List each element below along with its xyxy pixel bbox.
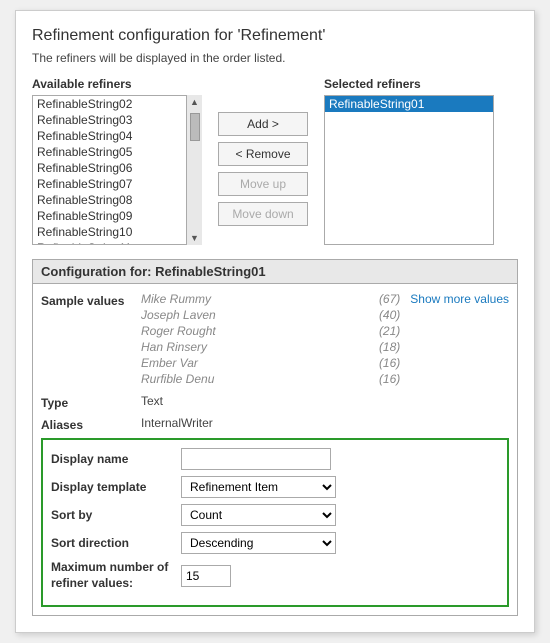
sample-value-row: Han Rinsery (18) bbox=[141, 340, 400, 354]
list-item[interactable]: RefinableString04 bbox=[33, 128, 201, 144]
selected-refiners-list[interactable]: RefinableString01 bbox=[324, 95, 494, 245]
scroll-thumb bbox=[190, 113, 200, 141]
display-template-label: Display template bbox=[51, 480, 181, 494]
sample-count: (40) bbox=[379, 308, 400, 322]
display-template-select[interactable]: Refinement Item Refinement Item (multi) … bbox=[181, 476, 336, 498]
selected-refiners-col: Selected refiners RefinableString01 bbox=[324, 77, 494, 245]
config-header: Configuration for: RefinableString01 bbox=[33, 260, 517, 284]
sample-count: (21) bbox=[379, 324, 400, 338]
scroll-track bbox=[190, 109, 200, 231]
action-buttons: Add > < Remove Move up Move down bbox=[218, 77, 308, 245]
sample-value-row: Rurfible Denu (16) bbox=[141, 372, 400, 386]
sort-direction-label: Sort direction bbox=[51, 536, 181, 550]
display-name-row: Display name bbox=[51, 448, 499, 470]
aliases-value: InternalWriter bbox=[141, 416, 509, 430]
show-more-link[interactable]: Show more values bbox=[410, 292, 509, 388]
sample-values-container: Mike Rummy (67) Joseph Laven (40) Roger … bbox=[141, 292, 509, 388]
display-name-input[interactable] bbox=[181, 448, 331, 470]
sample-name: Joseph Laven bbox=[141, 308, 216, 322]
sample-count: (16) bbox=[379, 356, 400, 370]
display-template-row: Display template Refinement Item Refinem… bbox=[51, 476, 499, 498]
sample-values-label: Sample values bbox=[41, 292, 141, 308]
sort-by-row: Sort by Count Name bbox=[51, 504, 499, 526]
sample-value-row: Ember Var (16) bbox=[141, 356, 400, 370]
available-refiners-label: Available refiners bbox=[32, 77, 202, 91]
max-refiner-input[interactable] bbox=[181, 565, 231, 587]
scroll-up-arrow[interactable]: ▲ bbox=[188, 95, 201, 109]
list-item[interactable]: RefinableString09 bbox=[33, 208, 201, 224]
move-down-button[interactable]: Move down bbox=[218, 202, 308, 226]
selected-refiners-label: Selected refiners bbox=[324, 77, 494, 91]
aliases-label: Aliases bbox=[41, 416, 141, 432]
sample-count: (67) bbox=[379, 292, 400, 306]
list-item[interactable]: RefinableString06 bbox=[33, 160, 201, 176]
sample-values-row: Sample values Mike Rummy (67) Joseph Lav… bbox=[41, 292, 509, 388]
sort-by-select[interactable]: Count Name bbox=[181, 504, 336, 526]
sample-name: Roger Rought bbox=[141, 324, 216, 338]
sample-name: Ember Var bbox=[141, 356, 198, 370]
move-up-button[interactable]: Move up bbox=[218, 172, 308, 196]
type-row: Type Text bbox=[41, 394, 509, 410]
sample-value-row: Mike Rummy (67) bbox=[141, 292, 400, 306]
remove-button[interactable]: < Remove bbox=[218, 142, 308, 166]
config-body: Sample values Mike Rummy (67) Joseph Lav… bbox=[33, 284, 517, 615]
list-item[interactable]: RefinableString02 bbox=[33, 96, 201, 112]
list-item[interactable]: RefinableString10 bbox=[33, 224, 201, 240]
editable-config-section: Display name Display template Refinement… bbox=[41, 438, 509, 607]
sample-values-list: Mike Rummy (67) Joseph Laven (40) Roger … bbox=[141, 292, 400, 388]
type-label: Type bbox=[41, 394, 141, 410]
sample-value-row: Roger Rought (21) bbox=[141, 324, 400, 338]
sample-count: (18) bbox=[379, 340, 400, 354]
scrollbar[interactable]: ▲ ▼ bbox=[186, 95, 202, 245]
sample-name: Han Rinsery bbox=[141, 340, 207, 354]
sample-name: Rurfible Denu bbox=[141, 372, 214, 386]
sample-count: (16) bbox=[379, 372, 400, 386]
type-value: Text bbox=[141, 394, 509, 408]
aliases-row: Aliases InternalWriter bbox=[41, 416, 509, 432]
sort-direction-select[interactable]: Descending Ascending bbox=[181, 532, 336, 554]
panel-title: Refinement configuration for 'Refinement… bbox=[32, 27, 518, 45]
list-item[interactable]: RefinableString07 bbox=[33, 176, 201, 192]
max-refiner-row: Maximum number of refiner values: bbox=[51, 560, 499, 591]
add-button[interactable]: Add > bbox=[218, 112, 308, 136]
available-refiners-col: Available refiners RefinableString02 Ref… bbox=[32, 77, 202, 245]
scroll-down-arrow[interactable]: ▼ bbox=[188, 231, 201, 245]
selected-list-item[interactable]: RefinableString01 bbox=[325, 96, 493, 112]
panel-subtitle: The refiners will be displayed in the or… bbox=[32, 51, 518, 65]
main-panel: Refinement configuration for 'Refinement… bbox=[15, 10, 535, 633]
sample-value-row: Joseph Laven (40) bbox=[141, 308, 400, 322]
list-item[interactable]: RefinableString11 bbox=[33, 240, 201, 245]
sort-by-label: Sort by bbox=[51, 508, 181, 522]
list-item[interactable]: RefinableString03 bbox=[33, 112, 201, 128]
list-item[interactable]: RefinableString08 bbox=[33, 192, 201, 208]
display-name-label: Display name bbox=[51, 452, 181, 466]
sort-direction-row: Sort direction Descending Ascending bbox=[51, 532, 499, 554]
available-refiners-list[interactable]: RefinableString02 RefinableString03 Refi… bbox=[32, 95, 202, 245]
max-refiner-label: Maximum number of refiner values: bbox=[51, 560, 181, 591]
list-item[interactable]: RefinableString05 bbox=[33, 144, 201, 160]
sample-name: Mike Rummy bbox=[141, 292, 211, 306]
config-section: Configuration for: RefinableString01 Sam… bbox=[32, 259, 518, 616]
refiners-section: Available refiners RefinableString02 Ref… bbox=[32, 77, 518, 245]
